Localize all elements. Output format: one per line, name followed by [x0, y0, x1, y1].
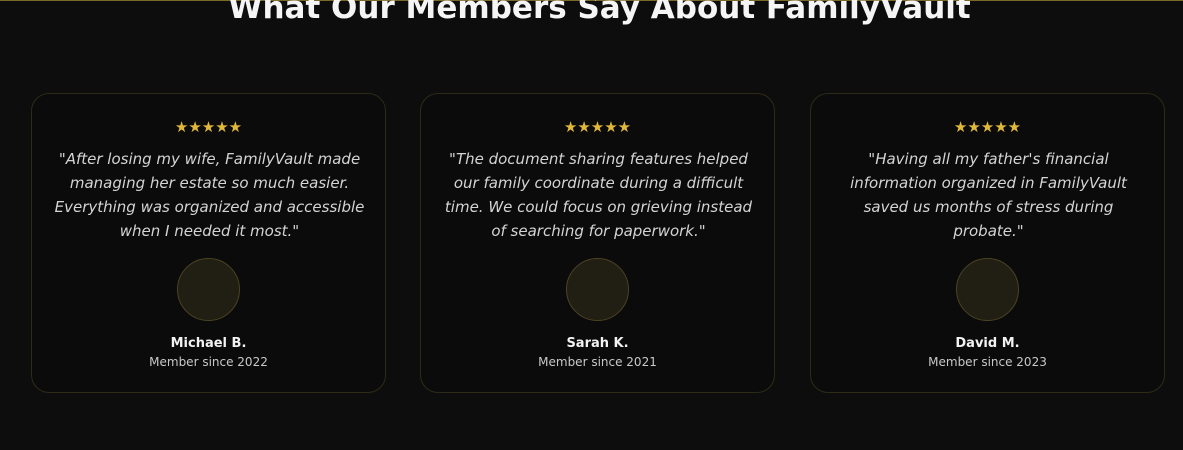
testimonial-card: ★★★★★ "Having all my father's financial … — [810, 93, 1165, 393]
member-name: Michael B. — [170, 336, 247, 351]
star-rating-icon: ★★★★★ — [174, 118, 243, 136]
member-since: Member since 2022 — [149, 355, 268, 369]
star-rating-icon: ★★★★★ — [563, 118, 632, 136]
testimonials-section: What Our Members Say About FamilyVault ★… — [0, 0, 1183, 450]
member-name: Sarah K. — [566, 336, 629, 351]
avatar — [176, 258, 240, 321]
testimonial-quote: "Having all my father's financial inform… — [850, 150, 1127, 240]
star-rating-icon: ★★★★★ — [953, 118, 1022, 136]
testimonial-quote: "After losing my wife, FamilyVault made … — [54, 150, 365, 240]
testimonial-quote: "The document sharing features helped ou… — [444, 150, 753, 240]
testimonial-card: ★★★★★ "After losing my wife, FamilyVault… — [31, 93, 386, 393]
avatar — [565, 258, 629, 321]
testimonial-card: ★★★★★ "The document sharing features hel… — [420, 93, 775, 393]
avatar — [955, 258, 1019, 321]
member-name: David M. — [955, 336, 1020, 351]
section-title: What Our Members Say About FamilyVault — [228, 0, 971, 26]
member-since: Member since 2023 — [928, 355, 1047, 369]
member-since: Member since 2021 — [538, 355, 657, 369]
